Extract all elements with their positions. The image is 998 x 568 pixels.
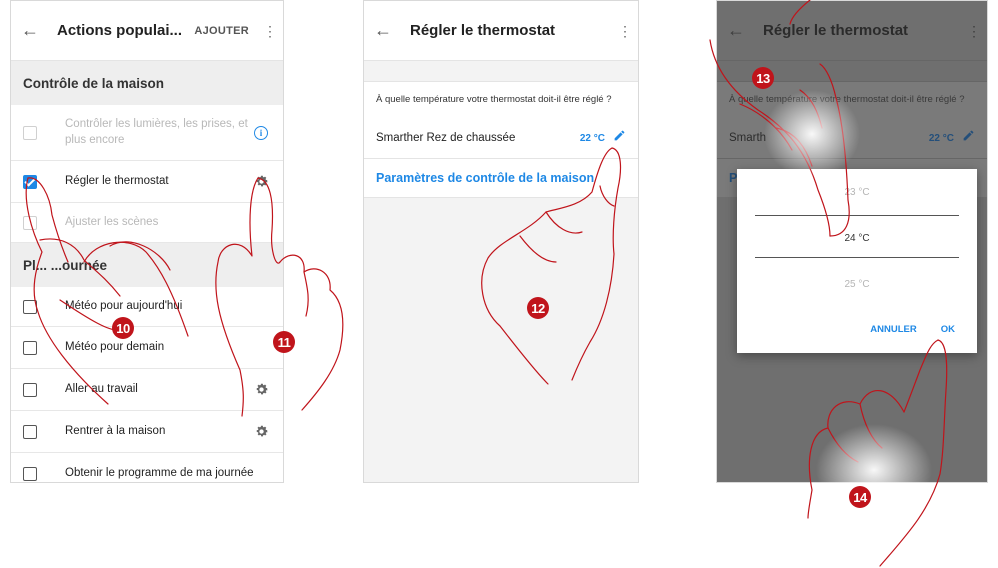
picker-divider: [755, 215, 959, 216]
list-item-label: Régler le thermostat: [65, 174, 169, 187]
app-bar: ← Régler le thermostat ⋮: [364, 1, 638, 61]
list-item-thermostat[interactable]: Régler le thermostat: [11, 161, 283, 203]
list-item-label: Contrôler les lumières, les prises, et p…: [65, 117, 248, 146]
dialog-actions: ANNULER OK: [870, 324, 955, 335]
add-button[interactable]: AJOUTER: [194, 25, 249, 37]
list-item-go-to-work[interactable]: Aller au travail: [11, 369, 283, 411]
page-title: Actions populai...: [57, 22, 183, 39]
list-item-label: Obtenir le programme de ma journée: [65, 466, 254, 479]
pencil-icon[interactable]: [613, 129, 626, 147]
device-temperature: 22 °C: [928, 132, 954, 144]
picker-divider: [755, 257, 959, 258]
ok-button[interactable]: OK: [941, 324, 955, 335]
list-item-lights[interactable]: Contrôler les lumières, les prises, et p…: [11, 105, 283, 161]
arrow-left-icon[interactable]: ←: [727, 20, 755, 41]
device-temperature: 22 °C: [579, 132, 605, 144]
temperature-picker-dialog: 23 °C 24 °C 25 °C ANNULER OK: [737, 169, 977, 353]
section-header-day-plan: Pl... ...ournée: [11, 243, 283, 287]
picker-option[interactable]: 23 °C: [737, 187, 977, 198]
list-item-label: Rentrer à la maison: [65, 424, 166, 437]
page-title: Régler le thermostat: [763, 22, 909, 39]
thermostat-question: À quelle température votre thermostat do…: [364, 81, 638, 119]
list-item-weather-today[interactable]: Météo pour aujourd'hui: [11, 287, 283, 327]
device-name: Smarther Rez de chaussée: [376, 132, 516, 145]
picker-option[interactable]: 25 °C: [737, 279, 977, 290]
list-item-label: Ajuster les scènes: [65, 215, 159, 228]
list-item-label: Aller au travail: [65, 382, 138, 395]
device-name: Smarth: [729, 132, 767, 145]
list-item-day-schedule[interactable]: Obtenir le programme de ma journée: [11, 453, 283, 482]
page-title: Régler le thermostat: [410, 22, 556, 39]
home-control-settings-link[interactable]: Paramètres de contrôle de la maison: [364, 158, 638, 198]
checkbox[interactable]: [23, 340, 37, 355]
checkbox[interactable]: [23, 299, 37, 314]
step-badge: 14: [849, 486, 871, 508]
list-item-label: Météo pour demain: [65, 340, 165, 353]
checkbox[interactable]: [23, 424, 37, 439]
gear-icon[interactable]: [253, 382, 269, 398]
more-vert-icon[interactable]: ⋮: [618, 24, 632, 38]
cancel-button[interactable]: ANNULER: [870, 324, 916, 335]
thermostat-device-row[interactable]: Smarther Rez de chaussée 22 °C: [364, 118, 638, 159]
phone-screen-popular-actions: ← Actions populai... AJOUTER ⋮ Contrôle …: [10, 0, 284, 483]
arrow-left-icon[interactable]: ←: [21, 20, 49, 41]
phone-screen-set-thermostat: ← Régler le thermostat ⋮ À quelle tempér…: [363, 0, 639, 483]
checkbox-checked[interactable]: [23, 174, 37, 189]
step-badge: 10: [112, 317, 134, 339]
checkbox[interactable]: [23, 466, 37, 481]
section-header-home-control: Contrôle de la maison: [11, 61, 283, 105]
list-item-come-home[interactable]: Rentrer à la maison: [11, 411, 283, 453]
app-bar: ← Actions populai... AJOUTER ⋮: [11, 1, 283, 61]
checkbox[interactable]: [23, 382, 37, 397]
arrow-left-icon[interactable]: ←: [374, 20, 402, 41]
list-item-scenes[interactable]: Ajuster les scènes: [11, 203, 283, 243]
app-bar: ← Régler le thermostat ⋮: [717, 1, 987, 61]
gear-icon[interactable]: [253, 174, 269, 190]
step-badge: 13: [752, 67, 774, 89]
more-vert-icon[interactable]: ⋮: [967, 24, 981, 38]
checkbox[interactable]: [23, 125, 37, 140]
thermostat-device-row[interactable]: Smarth 22 °C: [717, 118, 987, 159]
picker-option-selected[interactable]: 24 °C: [737, 233, 977, 244]
checkbox[interactable]: [23, 215, 37, 230]
gear-icon[interactable]: [253, 424, 269, 440]
info-icon[interactable]: i: [253, 125, 269, 141]
list-item-weather-tomorrow[interactable]: Météo pour demain: [11, 327, 283, 369]
step-badge: 11: [273, 331, 295, 353]
more-vert-icon[interactable]: ⋮: [263, 24, 277, 38]
step-badge: 12: [527, 297, 549, 319]
pencil-icon[interactable]: [962, 129, 975, 147]
list-item-label: Météo pour aujourd'hui: [65, 299, 183, 312]
